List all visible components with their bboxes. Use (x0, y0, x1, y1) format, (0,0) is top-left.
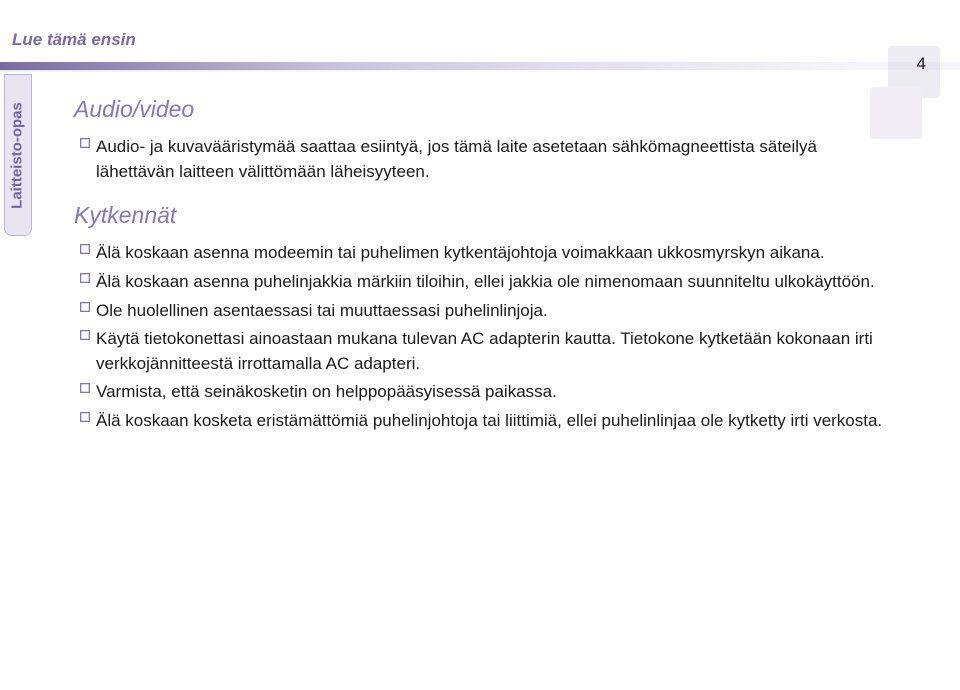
list-item-text: Varmista, että seinäkosketin on helppopä… (96, 380, 884, 405)
list-item-text: Älä koskaan asenna puhelinjakkia märkiin… (96, 270, 884, 295)
list-item: Älä koskaan asenna modeemin tai puhelime… (74, 241, 884, 266)
bullet-square-icon (74, 241, 96, 254)
section-heading-kytkennat: Kytkennät (74, 202, 884, 229)
bullet-list-audio-video: Audio- ja kuvavääristymää saattaa esiint… (74, 135, 884, 184)
side-tab: Laitteisto-opas (4, 74, 32, 236)
page-number: 4 (917, 54, 926, 74)
list-item: Käytä tietokonettasi ainoastaan mukana t… (74, 327, 884, 376)
bullet-square-icon (74, 327, 96, 340)
list-item: Ole huolellinen asentaessasi tai muuttae… (74, 299, 884, 324)
list-item: Audio- ja kuvavääristymää saattaa esiint… (74, 135, 884, 184)
list-item-text: Audio- ja kuvavääristymää saattaa esiint… (96, 135, 884, 184)
side-tab-label: Laitteisto-opas (9, 86, 26, 226)
bullet-square-icon (74, 299, 96, 312)
list-item: Älä koskaan kosketa eristämättömiä puhel… (74, 409, 884, 434)
document-page: Lue tämä ensin Laitteisto-opas 4 Audio/v… (0, 0, 960, 690)
list-item-text: Ole huolellinen asentaessasi tai muuttae… (96, 299, 884, 324)
bullet-square-icon (74, 380, 96, 393)
bullet-list-kytkennat: Älä koskaan asenna modeemin tai puhelime… (74, 241, 884, 433)
list-item-text: Älä koskaan kosketa eristämättömiä puhel… (96, 409, 884, 434)
list-item: Älä koskaan asenna puhelinjakkia märkiin… (74, 270, 884, 295)
bullet-square-icon (74, 270, 96, 283)
list-item: Varmista, että seinäkosketin on helppopä… (74, 380, 884, 405)
list-item-text: Käytä tietokonettasi ainoastaan mukana t… (96, 327, 884, 376)
page-number-box (884, 42, 942, 100)
header-title: Lue tämä ensin (12, 30, 136, 50)
content-area: Audio/video Audio- ja kuvavääristymää sa… (74, 86, 884, 452)
bullet-square-icon (74, 409, 96, 422)
header-band-shadow (0, 69, 960, 72)
bullet-square-icon (74, 135, 96, 148)
list-item-text: Älä koskaan asenna modeemin tai puhelime… (96, 241, 884, 266)
section-heading-audio-video: Audio/video (74, 96, 884, 123)
